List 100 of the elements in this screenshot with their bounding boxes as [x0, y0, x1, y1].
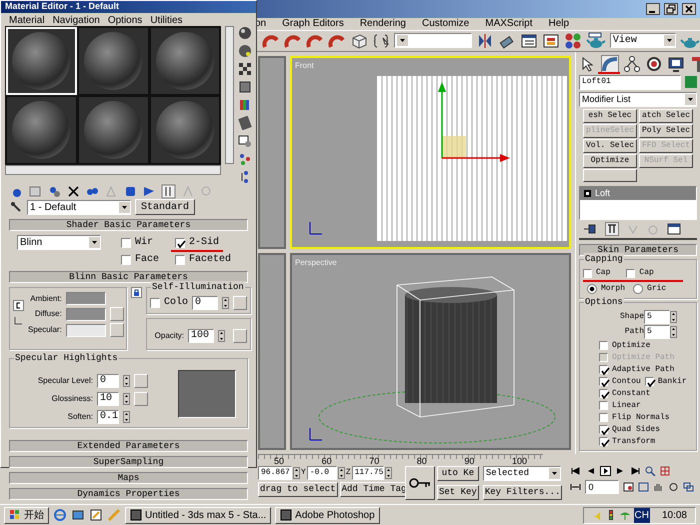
number-field[interactable]: 5: [644, 310, 670, 324]
checkbox[interactable]: [175, 238, 185, 248]
spinner-arrows-icon[interactable]: [670, 326, 677, 338]
auto-key-button[interactable]: uto Ke: [437, 466, 479, 482]
key-mode-button[interactable]: [405, 466, 435, 500]
assign-material-icon[interactable]: [47, 184, 62, 199]
lock-icon[interactable]: [131, 287, 142, 298]
number-field[interactable]: 5: [644, 325, 670, 340]
menu-item[interactable]: Material: [9, 13, 45, 26]
spinner-arrows-icon[interactable]: [670, 311, 677, 324]
rollout-header[interactable]: Shader Basic Parameters: [9, 219, 248, 231]
spinner-arrows-icon[interactable]: [123, 393, 130, 405]
checkbox[interactable]: [150, 298, 160, 308]
map-button[interactable]: [110, 307, 124, 321]
checkbox[interactable]: [599, 389, 608, 398]
region-zoom-icon[interactable]: [638, 482, 650, 492]
checkbox[interactable]: [644, 377, 654, 386]
editor-icon[interactable]: [89, 508, 103, 522]
sphere-icon[interactable]: [238, 26, 252, 40]
checkbox[interactable]: [599, 341, 608, 350]
radio-button[interactable]: [587, 284, 597, 294]
backlight-sphere-icon[interactable]: [238, 44, 252, 58]
spinner-arrows-icon[interactable]: [384, 467, 392, 480]
render-scene-icon[interactable]: [586, 32, 606, 50]
rollout-header[interactable]: Maps: [9, 472, 248, 484]
key-filters-button[interactable]: Key Filters...: [482, 485, 562, 500]
number-field[interactable]: 0: [192, 296, 218, 310]
map-button[interactable]: [134, 374, 148, 388]
modifier-button[interactable]: Poly Selec: [639, 124, 693, 138]
color-swatch[interactable]: [66, 308, 106, 320]
checkbox[interactable]: [175, 254, 185, 264]
menu-item[interactable]: Help: [548, 18, 570, 30]
minimize-icon[interactable]: [646, 2, 660, 15]
material-type-button[interactable]: Standard: [135, 199, 195, 215]
bent-pipe-icon[interactable]: [601, 54, 619, 73]
spinner-arrows-icon[interactable]: [123, 411, 130, 423]
checkbox[interactable]: [599, 377, 608, 386]
map-button[interactable]: [233, 329, 248, 343]
menu-item[interactable]: Utilities: [150, 13, 183, 26]
checkbox[interactable]: [121, 254, 131, 264]
checkbox[interactable]: [626, 268, 636, 278]
dots-icon[interactable]: [238, 152, 252, 166]
delete-icon[interactable]: [66, 184, 81, 199]
spinner-arrows-icon[interactable]: [222, 296, 230, 308]
motion-icon[interactable]: [645, 54, 663, 73]
schematic-view-icon[interactable]: [542, 32, 560, 50]
lock-toggle-icon[interactable]: [13, 300, 24, 311]
color-bars-icon[interactable]: [238, 98, 252, 112]
go-to-end-icon[interactable]: [630, 466, 642, 476]
desktop-icon[interactable]: [71, 508, 85, 522]
menu-item[interactable]: Options: [108, 13, 142, 26]
rollout-header[interactable]: Dynamics Properties: [9, 488, 248, 500]
rollout-header[interactable]: Blinn Basic Parameters: [9, 271, 248, 283]
checkbox[interactable]: [599, 413, 608, 422]
checkbox[interactable]: [599, 401, 608, 410]
color-swatch[interactable]: [66, 292, 106, 305]
zoom-all-icon[interactable]: [660, 466, 672, 476]
spinner-arrows-icon[interactable]: [123, 375, 130, 387]
horizontal-scrollbar[interactable]: [5, 165, 222, 175]
restore-icon[interactable]: [664, 2, 678, 15]
stack-item[interactable]: Loft: [580, 186, 696, 200]
rollout-header[interactable]: SuperSampling: [9, 456, 248, 468]
number-field[interactable]: 0: [97, 374, 119, 388]
set-key-button[interactable]: Set Key: [437, 485, 479, 500]
checkbox[interactable]: [599, 425, 608, 434]
shader-dropdown[interactable]: Blinn: [17, 235, 101, 250]
taskbar-button[interactable]: Adobe Photoshop: [275, 506, 380, 524]
spinner-arrows-icon[interactable]: [338, 467, 345, 480]
menu-item[interactable]: Graph Editors: [282, 18, 344, 30]
show-end-result-icon[interactable]: [161, 184, 176, 199]
checker-icon[interactable]: [238, 62, 252, 76]
map-button[interactable]: [134, 392, 148, 406]
display-icon[interactable]: [667, 54, 685, 73]
named-selection-icon[interactable]: [372, 32, 390, 50]
view-dropdown[interactable]: View: [610, 33, 676, 48]
configure-sets-icon[interactable]: [667, 223, 681, 236]
checkbox[interactable]: [121, 238, 131, 248]
object-color-swatch[interactable]: [685, 76, 697, 88]
radio-button[interactable]: [633, 284, 644, 294]
modifier-button[interactable]: atch Selec: [639, 108, 693, 123]
checkbox[interactable]: [599, 365, 608, 374]
map-button[interactable]: [110, 323, 124, 337]
start-button[interactable]: 开始: [4, 506, 49, 524]
language-indicator[interactable]: CH: [634, 508, 650, 523]
menu-item[interactable]: Rendering: [360, 18, 406, 30]
menu-item[interactable]: MAXScript: [485, 18, 532, 30]
eyedropper-icon[interactable]: [9, 200, 23, 214]
zoom-icon[interactable]: [645, 466, 656, 476]
maximize-viewport-icon[interactable]: [683, 482, 694, 492]
empty-button[interactable]: [583, 168, 637, 182]
number-field[interactable]: 0.1: [97, 410, 119, 424]
box-icon[interactable]: [350, 32, 368, 50]
bracket-icon[interactable]: [13, 315, 24, 326]
spinner-arrows-icon[interactable]: [218, 330, 226, 342]
menu-item[interactable]: Customize: [422, 18, 470, 30]
vertical-scrollbar[interactable]: [225, 26, 234, 164]
pin-icon[interactable]: [583, 223, 597, 236]
checkbox[interactable]: [583, 268, 592, 278]
play-icon[interactable]: [600, 466, 612, 476]
collapse-icon[interactable]: [584, 190, 591, 198]
